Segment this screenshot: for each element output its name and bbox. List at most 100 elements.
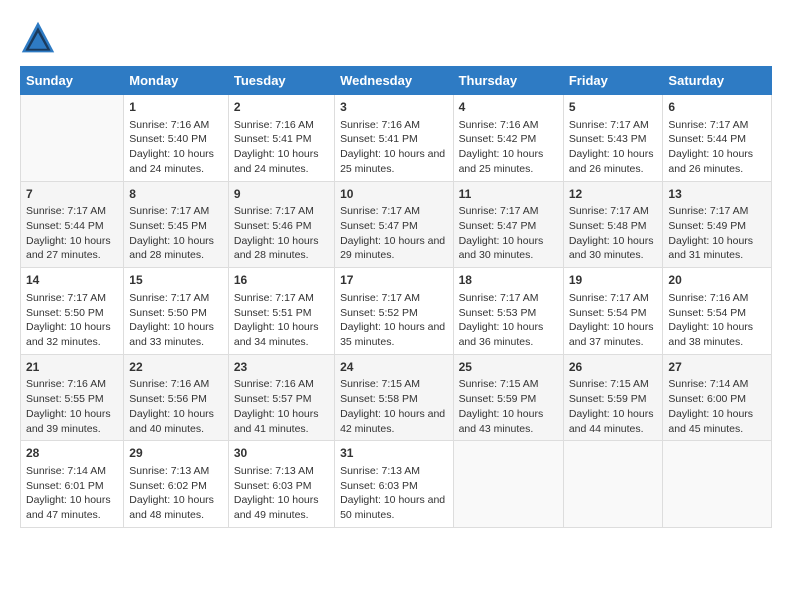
sunset: Sunset: 5:49 PM — [668, 219, 766, 234]
sunset: Sunset: 5:58 PM — [340, 392, 447, 407]
calendar-row: 28Sunrise: 7:14 AMSunset: 6:01 PMDayligh… — [21, 441, 772, 528]
daylight: Daylight: 10 hours and 48 minutes. — [129, 493, 223, 522]
calendar-cell: 6 Sunrise: 7:17 AMSunset: 5:44 PMDaylight… — [663, 95, 772, 182]
sunset: Sunset: 5:47 PM — [340, 219, 447, 234]
sunrise: Sunrise: 7:14 AM — [26, 464, 118, 479]
day-number: 6 — [668, 99, 766, 116]
calendar-row: 1Sunrise: 7:16 AMSunset: 5:40 PMDaylight… — [21, 95, 772, 182]
day-number: 24 — [340, 359, 447, 376]
sunrise: Sunrise: 7:17 AM — [234, 204, 329, 219]
day-number: 5 — [569, 99, 658, 116]
daylight: Daylight: 10 hours and 28 minutes. — [234, 234, 329, 263]
calendar-cell: 26Sunrise: 7:15 AMSunset: 5:59 PMDayligh… — [563, 354, 663, 441]
sunset: Sunset: 5:54 PM — [668, 306, 766, 321]
day-number: 4 — [459, 99, 558, 116]
calendar-cell: 14 Sunrise: 7:17 AMSunset: 5:50 PMDayligh… — [21, 268, 124, 355]
daylight: Daylight: 10 hours and 31 minutes. — [668, 234, 766, 263]
calendar-cell: 8Sunrise: 7:17 AMSunset: 5:45 PMDaylight… — [124, 181, 229, 268]
daylight: Daylight: 10 hours and 36 minutes. — [459, 320, 558, 349]
calendar-cell: 27Sunrise: 7:14 AMSunset: 6:00 PMDayligh… — [663, 354, 772, 441]
logo-icon — [20, 20, 56, 56]
day-number: 7 — [26, 186, 118, 203]
sunset: Sunset: 5:44 PM — [668, 132, 766, 147]
sunrise: Sunrise: 7:13 AM — [234, 464, 329, 479]
day-number: 16 — [234, 272, 329, 289]
sunrise: Sunrise: 7:17 AM — [26, 291, 118, 306]
daylight: Daylight: 10 hours and 42 minutes. — [340, 407, 447, 436]
day-number: 30 — [234, 445, 329, 462]
day-number: 20 — [668, 272, 766, 289]
sunset: Sunset: 6:01 PM — [26, 479, 118, 494]
calendar-cell: 13Sunrise: 7:17 AMSunset: 5:49 PMDayligh… — [663, 181, 772, 268]
sunset: Sunset: 5:55 PM — [26, 392, 118, 407]
header-row: SundayMondayTuesdayWednesdayThursdayFrid… — [21, 67, 772, 95]
sunrise: Sunrise: 7:14 AM — [668, 377, 766, 392]
sunrise: Sunrise: 7:16 AM — [129, 377, 223, 392]
daylight: Daylight: 10 hours and 26 minutes. — [668, 147, 766, 176]
calendar-cell: 1Sunrise: 7:16 AMSunset: 5:40 PMDaylight… — [124, 95, 229, 182]
daylight: Daylight: 10 hours and 45 minutes. — [668, 407, 766, 436]
col-header-sunday: Sunday — [21, 67, 124, 95]
calendar-cell: 18Sunrise: 7:17 AMSunset: 5:53 PMDayligh… — [453, 268, 563, 355]
col-header-tuesday: Tuesday — [228, 67, 334, 95]
daylight: Daylight: 10 hours and 32 minutes. — [26, 320, 118, 349]
calendar-row: 7Sunrise: 7:17 AMSunset: 5:44 PMDaylight… — [21, 181, 772, 268]
day-number: 18 — [459, 272, 558, 289]
day-number: 26 — [569, 359, 658, 376]
daylight: Daylight: 10 hours and 49 minutes. — [234, 493, 329, 522]
sunset: Sunset: 5:40 PM — [129, 132, 223, 147]
sunset: Sunset: 5:57 PM — [234, 392, 329, 407]
sunset: Sunset: 5:59 PM — [459, 392, 558, 407]
calendar-cell: 4 Sunrise: 7:16 AMSunset: 5:42 PMDaylight… — [453, 95, 563, 182]
sunrise: Sunrise: 7:16 AM — [234, 377, 329, 392]
sunset: Sunset: 5:44 PM — [26, 219, 118, 234]
sunset: Sunset: 5:50 PM — [26, 306, 118, 321]
sunset: Sunset: 6:02 PM — [129, 479, 223, 494]
day-number: 14 — [26, 272, 118, 289]
sunrise: Sunrise: 7:15 AM — [340, 377, 447, 392]
day-number: 31 — [340, 445, 447, 462]
daylight: Daylight: 10 hours and 40 minutes. — [129, 407, 223, 436]
calendar-cell — [563, 441, 663, 528]
day-number: 13 — [668, 186, 766, 203]
sunrise: Sunrise: 7:17 AM — [668, 118, 766, 133]
sunset: Sunset: 5:42 PM — [459, 132, 558, 147]
calendar-cell: 30 Sunrise: 7:13 AMSunset: 6:03 PMDayligh… — [228, 441, 334, 528]
col-header-monday: Monday — [124, 67, 229, 95]
daylight: Daylight: 10 hours and 25 minutes. — [340, 147, 447, 176]
daylight: Daylight: 10 hours and 34 minutes. — [234, 320, 329, 349]
calendar-cell: 11Sunrise: 7:17 AMSunset: 5:47 PMDayligh… — [453, 181, 563, 268]
sunset: Sunset: 5:46 PM — [234, 219, 329, 234]
sunrise: Sunrise: 7:17 AM — [129, 204, 223, 219]
sunrise: Sunrise: 7:16 AM — [129, 118, 223, 133]
sunset: Sunset: 6:03 PM — [234, 479, 329, 494]
sunrise: Sunrise: 7:17 AM — [340, 291, 447, 306]
calendar-cell: 21Sunrise: 7:16 AMSunset: 5:55 PMDayligh… — [21, 354, 124, 441]
sunrise: Sunrise: 7:16 AM — [234, 118, 329, 133]
daylight: Daylight: 10 hours and 41 minutes. — [234, 407, 329, 436]
daylight: Daylight: 10 hours and 25 minutes. — [459, 147, 558, 176]
daylight: Daylight: 10 hours and 28 minutes. — [129, 234, 223, 263]
day-number: 8 — [129, 186, 223, 203]
day-number: 11 — [459, 186, 558, 203]
day-number: 1 — [129, 99, 223, 116]
sunset: Sunset: 5:53 PM — [459, 306, 558, 321]
sunrise: Sunrise: 7:17 AM — [26, 204, 118, 219]
sunrise: Sunrise: 7:17 AM — [459, 204, 558, 219]
day-number: 12 — [569, 186, 658, 203]
daylight: Daylight: 10 hours and 44 minutes. — [569, 407, 658, 436]
sunrise: Sunrise: 7:16 AM — [459, 118, 558, 133]
day-number: 17 — [340, 272, 447, 289]
daylight: Daylight: 10 hours and 47 minutes. — [26, 493, 118, 522]
calendar-cell — [21, 95, 124, 182]
sunset: Sunset: 6:03 PM — [340, 479, 447, 494]
calendar-table: SundayMondayTuesdayWednesdayThursdayFrid… — [20, 66, 772, 528]
col-header-saturday: Saturday — [663, 67, 772, 95]
day-number: 21 — [26, 359, 118, 376]
sunset: Sunset: 5:56 PM — [129, 392, 223, 407]
day-number: 10 — [340, 186, 447, 203]
calendar-cell: 10Sunrise: 7:17 AMSunset: 5:47 PMDayligh… — [335, 181, 453, 268]
sunrise: Sunrise: 7:17 AM — [340, 204, 447, 219]
daylight: Daylight: 10 hours and 26 minutes. — [569, 147, 658, 176]
day-number: 15 — [129, 272, 223, 289]
